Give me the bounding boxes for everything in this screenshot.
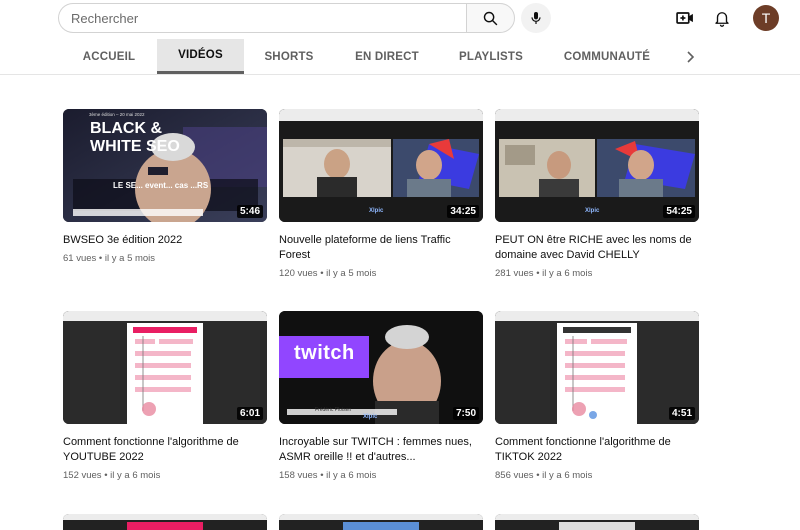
thumbnail-title-text: twitch (294, 342, 355, 364)
video-duration: 5:46 (236, 205, 263, 218)
channel-tabs: ACCUEIL VIDÉOS SHORTS EN DIRECT PLAYLIST… (0, 39, 800, 75)
thumbnail-image-partial (279, 514, 483, 530)
thumbnail-image-partial (63, 514, 267, 530)
video-thumbnail-partial[interactable] (495, 514, 699, 530)
tab-videos[interactable]: VIDÉOS (157, 39, 244, 74)
video-card[interactable]: 6:01 Comment fonctionne l'algorithme de … (63, 311, 267, 481)
upload-age: il y a 5 mois (104, 253, 156, 264)
video-thumbnail[interactable]: 4:51 (495, 311, 699, 424)
account-avatar[interactable]: T (753, 5, 779, 31)
video-meta: 158 vues • il y a 6 mois (279, 470, 483, 481)
tab-en-direct[interactable]: EN DIRECT (338, 39, 436, 74)
view-count: 120 vues (279, 268, 318, 279)
thumbnail-caption: Frédéric Ploisen (315, 407, 352, 413)
video-card[interactable]: 4:51 Comment fonctionne l'algorithme de … (495, 311, 699, 481)
search-button[interactable] (466, 3, 515, 33)
video-meta: 281 vues • il y a 6 mois (495, 268, 699, 279)
video-title[interactable]: Incroyable sur TWITCH : femmes nues, ASM… (279, 435, 483, 465)
video-title[interactable]: Comment fonctionne l'algorithme de YOUTU… (63, 435, 267, 465)
tab-playlists[interactable]: PLAYLISTS (444, 39, 538, 74)
notifications-button[interactable] (710, 6, 734, 30)
video-card[interactable]: Xlpic 34:25 Nouvelle plateforme de liens… (279, 109, 483, 279)
bell-icon (715, 12, 729, 27)
upload-age: il y a 6 mois (326, 470, 377, 481)
video-title[interactable]: Comment fonctionne l'algorithme de TIKTO… (495, 435, 699, 465)
search-input[interactable] (71, 4, 451, 32)
video-thumbnail-partial[interactable] (63, 514, 267, 530)
video-card[interactable]: 3ème édition – 20 mai 2022 BLACK & WHITE… (63, 109, 267, 264)
video-thumbnail[interactable]: Xlpic 34:25 (279, 109, 483, 222)
create-button[interactable] (673, 6, 697, 30)
view-count: 152 vues (63, 470, 102, 481)
tab-accueil[interactable]: ACCUEIL (62, 39, 156, 74)
upload-age: il y a 5 mois (326, 268, 377, 279)
meta-separator: • (98, 253, 103, 264)
video-duration: 4:51 (668, 407, 695, 420)
thumbnail-image-partial (495, 514, 699, 530)
upload-age: il y a 6 mois (542, 470, 593, 481)
thumbnail-caption: LE SE... event... cas ...RS (113, 181, 209, 190)
video-add-icon (676, 12, 693, 24)
video-title[interactable]: Nouvelle plateforme de liens Traffic For… (279, 233, 483, 263)
video-meta: 120 vues • il y a 5 mois (279, 268, 483, 279)
video-duration: 54:25 (663, 205, 695, 218)
meta-separator: • (320, 268, 324, 279)
meta-separator: • (320, 470, 324, 481)
video-duration: 34:25 (447, 205, 479, 218)
tabs-scroll-right-button[interactable] (680, 39, 700, 74)
meta-separator: • (536, 470, 540, 481)
view-count: 61 vues (63, 253, 97, 264)
video-thumbnail[interactable]: 3ème édition – 20 mai 2022 BLACK & WHITE… (63, 109, 267, 222)
microphone-icon (531, 12, 541, 24)
meta-separator: • (536, 268, 540, 279)
video-thumbnail-partial[interactable] (279, 514, 483, 530)
view-count: 281 vues (495, 268, 534, 279)
thumbnail-logo: Xlpic (363, 414, 378, 420)
video-duration: 7:50 (452, 407, 479, 420)
video-thumbnail[interactable]: twitch Frédéric Ploisen Xlpic 7:50 (279, 311, 483, 424)
video-card[interactable]: twitch Frédéric Ploisen Xlpic 7:50 Incro… (279, 311, 483, 481)
chevron-right-icon (687, 50, 695, 63)
upload-age: il y a 6 mois (110, 470, 161, 481)
view-count: 856 vues (495, 470, 534, 481)
meta-separator: • (104, 470, 108, 481)
search-icon (483, 11, 498, 25)
tab-communaute[interactable]: COMMUNAUTÉ (552, 39, 662, 74)
view-count: 158 vues (279, 470, 318, 481)
video-card[interactable]: Xlpic 54:25 PEUT ON être RICHE avec les … (495, 109, 699, 279)
video-title[interactable]: BWSEO 3e édition 2022 (63, 233, 267, 248)
video-meta: 61 vues • il y a 5 mois (63, 253, 267, 264)
upload-age: il y a 6 mois (542, 268, 593, 279)
video-thumbnail[interactable]: 6:01 (63, 311, 267, 424)
top-bar: T (0, 0, 800, 38)
thumbnail-subtext: 3ème édition – 20 mai 2022 (89, 112, 145, 117)
voice-search-button[interactable] (521, 3, 551, 33)
search-box[interactable] (58, 3, 467, 33)
thumbnail-title-text: BLACK & WHITE SEO (90, 120, 180, 155)
video-title[interactable]: PEUT ON être RICHE avec les noms de doma… (495, 233, 699, 263)
tab-shorts[interactable]: SHORTS (246, 39, 332, 74)
thumbnail-logo: Xlpic (369, 208, 384, 214)
thumbnail-logo: Xlpic (585, 208, 600, 214)
video-thumbnail[interactable]: Xlpic 54:25 (495, 109, 699, 222)
video-meta: 152 vues • il y a 6 mois (63, 470, 267, 481)
video-duration: 6:01 (236, 407, 263, 420)
video-meta: 856 vues • il y a 6 mois (495, 470, 699, 481)
